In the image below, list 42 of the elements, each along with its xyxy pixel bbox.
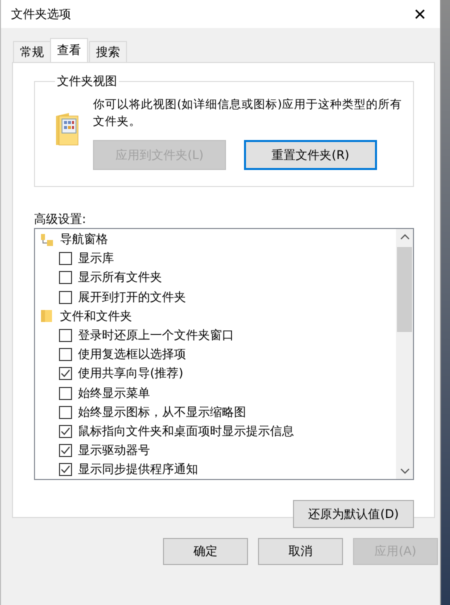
setting-option[interactable]: 鼠标指向文件夹和桌面项时显示提示信息 [35, 422, 396, 442]
checkbox[interactable] [59, 463, 72, 476]
checkbox[interactable] [59, 348, 72, 362]
scrollbar[interactable] [396, 229, 413, 480]
checkbox[interactable] [59, 444, 72, 458]
setting-option[interactable]: 使用复选框以选择项 [35, 345, 396, 364]
folder-view-button[interactable]: 重置文件夹(R) [244, 140, 377, 170]
checkbox[interactable] [59, 367, 72, 380]
folder-icon [40, 309, 54, 324]
setting-option[interactable]: 显示同步提供程序通知 [35, 460, 396, 480]
checkbox[interactable] [59, 424, 72, 438]
setting-option[interactable]: 始终显示菜单 [35, 384, 396, 403]
scroll-down-icon[interactable] [400, 467, 410, 476]
advanced-settings-label: 高级设置: [34, 211, 88, 228]
checkbox[interactable] [59, 290, 72, 304]
setting-option[interactable]: 始终显示图标，从不显示缩略图 [35, 402, 396, 422]
checkbox[interactable] [59, 252, 72, 266]
setting-option[interactable]: 登录时还原上一个文件夹窗口 [35, 326, 396, 346]
group-label: 文件和文件夹 [60, 308, 132, 325]
close-button[interactable]: ✕ [400, 0, 440, 28]
group-title: 文件夹视图 [56, 73, 118, 90]
tab[interactable]: 搜索 [89, 41, 127, 62]
checkbox[interactable] [59, 271, 72, 284]
tab[interactable]: 查看 [50, 38, 88, 62]
dialog-button[interactable]: 取消 [258, 538, 343, 565]
folder-icon [55, 112, 79, 146]
dialog-button[interactable]: 确定 [163, 538, 248, 565]
tab[interactable]: 常规 [13, 41, 51, 62]
scroll-up-icon[interactable] [400, 233, 410, 241]
setting-option[interactable]: 显示驱动器号 [35, 441, 396, 460]
description-text: 你可以将此视图(如详细信息或图标)应用于这种类型的所有文件夹。 [93, 96, 403, 130]
setting-option[interactable]: 展开到打开的文件夹 [35, 288, 396, 307]
setting-option[interactable]: 显示所有文件夹 [35, 268, 396, 288]
setting-option[interactable]: 显示库 [35, 249, 396, 268]
restore-defaults-button[interactable]: 还原为默认值(D) [293, 500, 414, 528]
navigation-pane-icon [40, 232, 54, 247]
window-title: 文件夹选项 [11, 6, 71, 22]
group-label: 导航窗格 [60, 231, 108, 248]
checkbox[interactable] [59, 406, 72, 419]
setting-option[interactable]: 使用共享向导(推荐) [35, 364, 396, 384]
checkbox[interactable] [59, 386, 72, 400]
checkbox[interactable] [59, 329, 72, 342]
